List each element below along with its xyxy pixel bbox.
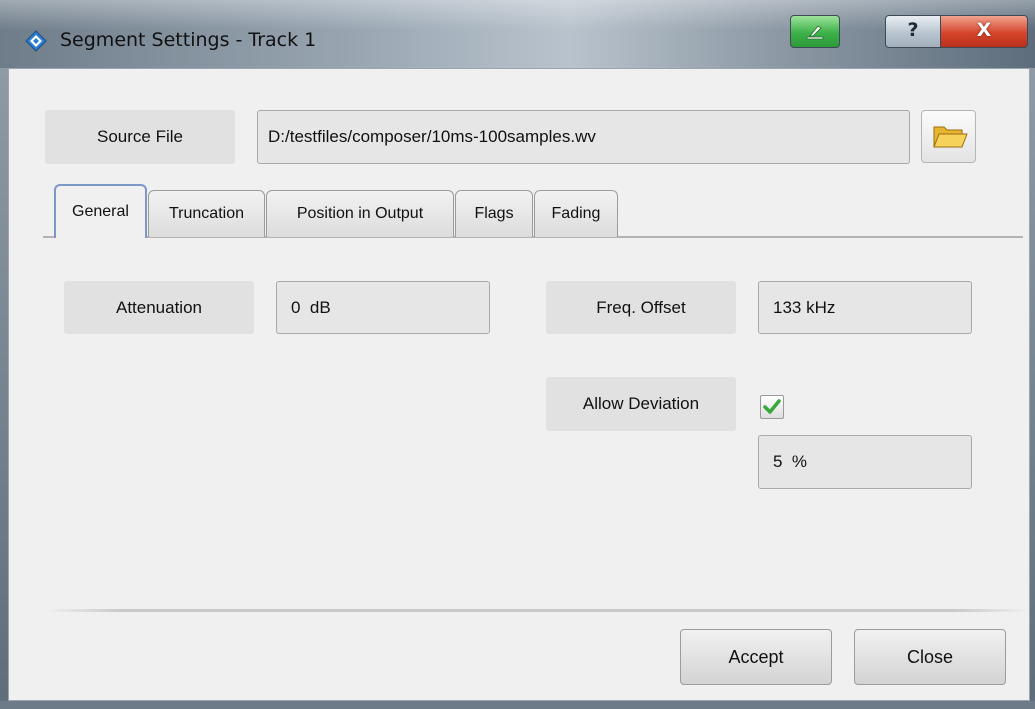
tab-flags[interactable]: Flags (455, 190, 533, 237)
attenuation-input[interactable]: 0 dB (276, 281, 490, 334)
window-title: Segment Settings - Track 1 (60, 29, 317, 51)
freq-offset-label-text: Freq. Offset (596, 297, 686, 317)
tab-general-label: General (72, 203, 129, 220)
tab-general[interactable]: General (54, 184, 147, 238)
tab-truncation-label: Truncation (169, 205, 244, 222)
source-file-path-field[interactable]: D:/testfiles/composer/10ms-100samples.wv (257, 110, 910, 164)
attenuation-label: Attenuation (64, 281, 254, 334)
tab-position-in-output[interactable]: Position in Output (266, 190, 454, 237)
accept-button-label: Accept (728, 646, 784, 667)
allow-deviation-label-text: Allow Deviation (582, 394, 700, 413)
close-button[interactable]: Close (854, 629, 1006, 685)
close-icon: X (976, 19, 992, 41)
allow-deviation-label: Allow Deviation (546, 377, 736, 431)
window-frame-left (0, 68, 8, 709)
tab-fading-label: Fading (551, 205, 601, 222)
help-button[interactable]: ? (885, 15, 941, 48)
allow-deviation-checkbox[interactable] (760, 395, 784, 419)
tab-flags-label: Flags (474, 205, 514, 222)
browse-folder-button[interactable] (921, 110, 976, 163)
tab-position-in-output-label: Position in Output (296, 205, 424, 222)
deviation-value: 5 % (773, 452, 808, 471)
window-frame-right (1030, 68, 1035, 709)
source-file-label: Source File (45, 110, 235, 164)
save-button[interactable] (790, 15, 840, 48)
footer-separator (45, 609, 1030, 612)
checkmark-icon (763, 399, 781, 414)
close-button-label: Close (906, 646, 954, 667)
source-file-label-text: Source File (97, 127, 183, 146)
close-window-button[interactable]: X (940, 15, 1028, 48)
title-bar[interactable]: Segment Settings - Track 1 ? X (0, 0, 1035, 69)
tab-truncation[interactable]: Truncation (148, 190, 265, 237)
freq-offset-label: Freq. Offset (546, 281, 736, 334)
deviation-input[interactable]: 5 % (758, 435, 972, 489)
segment-settings-window: Segment Settings - Track 1 ? X Source Fi… (0, 0, 1035, 709)
accept-button[interactable]: Accept (680, 629, 832, 685)
attenuation-label-text: Attenuation (115, 297, 202, 317)
rs-diamond-icon (25, 30, 47, 52)
help-icon: ? (907, 19, 919, 41)
freq-offset-input[interactable]: 133 kHz (758, 281, 972, 334)
freq-offset-value: 133 kHz (773, 297, 836, 317)
save-icon (806, 25, 824, 40)
folder-icon (933, 126, 968, 148)
source-file-path-text: D:/testfiles/composer/10ms-100samples.wv (268, 127, 596, 146)
window-frame-bottom (0, 701, 1035, 709)
attenuation-value: 0 dB (291, 297, 331, 317)
tab-fading[interactable]: Fading (534, 190, 618, 237)
